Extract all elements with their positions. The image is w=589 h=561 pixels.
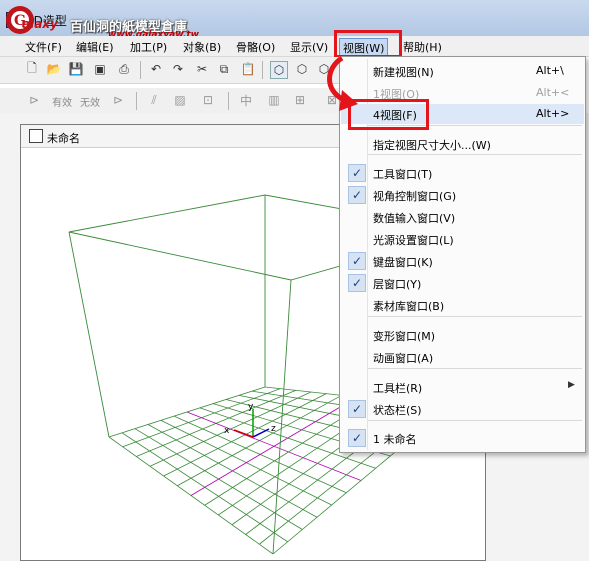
face-tool-icon[interactable]: ▥ [266, 92, 282, 108]
disable-button[interactable]: 无效 [80, 94, 100, 109]
submenu-arrow-icon: ▶ [568, 380, 575, 390]
z-axis-label: z [271, 424, 276, 434]
mirror-tool-icon[interactable]: ⫽ [146, 92, 162, 108]
document-icon [29, 129, 43, 143]
redo-icon[interactable]: ↷ [170, 61, 186, 77]
menu-item-label: 视角控制窗口(G) [373, 190, 457, 203]
galaxy-logo: G alaxy [6, 6, 59, 34]
open-folder-icon[interactable]: 📂 [46, 61, 62, 77]
application-window: 6 3D造型 G alaxy 百仙洞的紙模型倉庫 www.galaxyaw.tw… [0, 0, 589, 561]
view-menu-highlight-box [334, 30, 402, 58]
print-icon[interactable]: ⎙ [116, 61, 132, 77]
svg-text:alaxy: alaxy [22, 17, 59, 31]
menu-help[interactable]: 帮助(H) [400, 38, 445, 56]
menu-item-view-control-window[interactable]: ✓ 视角控制窗口(G) [341, 185, 584, 205]
menu-item-label: 素材库窗口(B) [373, 300, 445, 313]
menu-item-shortcut: Alt+< [536, 86, 570, 99]
y-axis-label: y [248, 402, 254, 412]
menu-object[interactable]: 对象(B) [180, 38, 224, 56]
menu-item-keyboard-window[interactable]: ✓ 键盘窗口(K) [341, 251, 584, 271]
center-tool-icon[interactable]: 中 [238, 92, 254, 108]
cut-icon[interactable]: ✂ [194, 61, 210, 77]
save-icon[interactable]: 💾 [68, 61, 84, 77]
check-icon: ✓ [348, 429, 366, 447]
grid-tool-icon[interactable]: ▨ [172, 92, 188, 108]
save-all-icon[interactable]: ▣ [92, 61, 108, 77]
undo-icon[interactable]: ↶ [148, 61, 164, 77]
menu-bone[interactable]: 骨骼(O) [233, 38, 278, 56]
menu-item-animation-window[interactable]: 动画窗口(A) [341, 347, 584, 367]
menu-item-label: 工具栏(R) [373, 382, 423, 395]
menu-item-shortcut: Alt+> [536, 107, 570, 120]
red-arrow-icon [327, 56, 358, 111]
menu-item-label: 指定视图尺寸大小...(W) [373, 139, 491, 152]
menu-item-label: 变形窗口(M) [373, 330, 436, 343]
document-title: 未命名 [47, 132, 80, 145]
menu-separator [368, 316, 582, 317]
vertex-tool-icon[interactable]: ⊞ [292, 92, 308, 108]
menu-edit[interactable]: 编辑(E) [73, 38, 117, 56]
check-icon: ✓ [348, 252, 366, 270]
menu-item-morph-window[interactable]: 变形窗口(M) [341, 325, 584, 345]
menu-item-window-untitled[interactable]: ✓ 1 未命名 [341, 428, 584, 448]
menu-item-label: 键盘窗口(K) [373, 256, 433, 269]
copy-icon[interactable]: ⧉ [216, 61, 232, 77]
box-edge-front-left [68, 231, 110, 438]
menu-separator [368, 368, 582, 369]
check-icon: ✓ [348, 400, 366, 418]
check-icon: ✓ [348, 186, 366, 204]
menu-item-label: 新建视图(N) [373, 66, 434, 79]
enable-button[interactable]: 有效 [52, 94, 72, 109]
toolbar-separator [140, 61, 141, 79]
z-axis-line [252, 428, 270, 438]
new-file-icon[interactable]: 🗋 [24, 61, 40, 77]
view-mode-1-icon[interactable]: ⬡ [270, 61, 288, 79]
edit-toolbar: ⊳ 有效 无效 ⊳ ⫽ ▨ ⊡ 中 ▥ ⊞ ⊠ [0, 88, 340, 115]
menu-item-material-library-window[interactable]: 素材库窗口(B) [341, 295, 584, 315]
menu-item-label: 层窗口(Y) [373, 278, 422, 291]
menu-item-new-view[interactable]: 新建视图(N) Alt+\ [341, 61, 584, 81]
menu-item-label: 工具窗口(T) [373, 168, 433, 181]
select-tool-icon[interactable]: ⊳ [26, 92, 42, 108]
box-edge-front-right [272, 279, 292, 555]
move-tool-icon[interactable]: ⊳ [110, 92, 126, 108]
check-icon: ✓ [348, 164, 366, 182]
menu-item-label: 1 未命名 [373, 433, 417, 446]
menu-item-numeric-input-window[interactable]: 数值输入窗口(V) [341, 207, 584, 227]
menu-item-label: 数值输入窗口(V) [373, 212, 456, 225]
toolbar-separator [136, 92, 137, 110]
title-bar: 6 3D造型 G alaxy 百仙洞的紙模型倉庫 www.galaxyaw.tw [0, 0, 589, 40]
standard-toolbar: 🗋 📂 💾 ▣ ⎙ ↶ ↷ ✂ ⧉ 📋 ⬡ ⬡ ⬡ [0, 57, 340, 84]
check-icon: ✓ [348, 274, 366, 292]
axis-gizmo: y x z [224, 402, 276, 438]
menu-item-label: 动画窗口(A) [373, 352, 434, 365]
view-mode-2-icon[interactable]: ⬡ [294, 61, 310, 77]
menu-item-status-bar[interactable]: ✓ 状态栏(S) [341, 399, 584, 419]
menu-item-label: 状态栏(S) [373, 404, 422, 417]
menu-separator [368, 420, 582, 421]
menu-item-layer-window[interactable]: ✓ 层窗口(Y) [341, 273, 584, 293]
weld-tool-icon[interactable]: ⊡ [200, 92, 216, 108]
menu-process[interactable]: 加工(P) [127, 38, 170, 56]
menu-item-toolbar-submenu[interactable]: 工具栏(R) ▶ [341, 377, 584, 397]
toolbar-separator [228, 92, 229, 110]
menu-bar: 文件(F) 编辑(E) 加工(P) 对象(B) 骨骼(O) 显示(V) 视图(W… [0, 36, 589, 58]
menu-item-label: 光源设置窗口(L) [373, 234, 454, 247]
menu-separator [368, 154, 582, 155]
x-axis-label: x [224, 426, 230, 436]
toolbar-separator [262, 61, 263, 79]
paste-icon[interactable]: 📋 [240, 61, 256, 77]
menu-file[interactable]: 文件(F) [22, 38, 65, 56]
menu-item-shortcut: Alt+\ [536, 64, 564, 77]
menu-item-set-view-size[interactable]: 指定视图尺寸大小...(W) [341, 134, 584, 154]
menu-display[interactable]: 显示(V) [287, 38, 331, 56]
menu-item-tool-window[interactable]: ✓ 工具窗口(T) [341, 163, 584, 183]
menu-item-light-setup-window[interactable]: 光源设置窗口(L) [341, 229, 584, 249]
